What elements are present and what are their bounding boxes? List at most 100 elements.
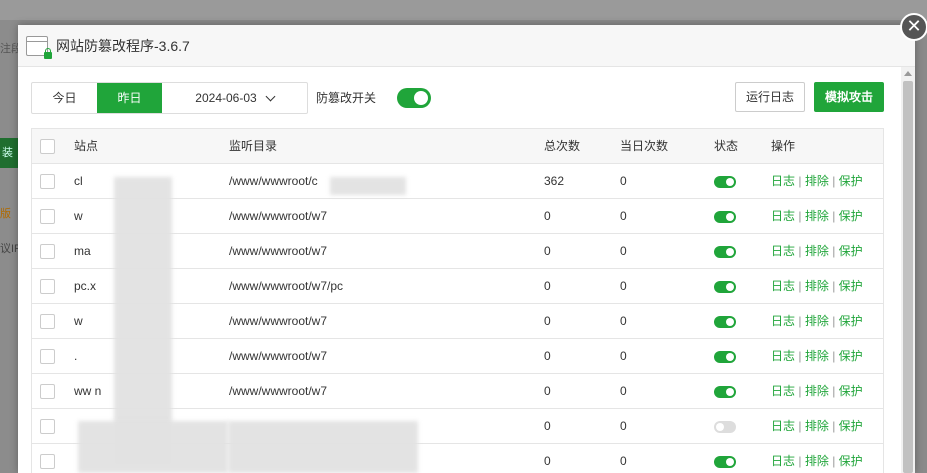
row-checkbox[interactable]	[40, 174, 55, 189]
log-link[interactable]: 日志	[771, 454, 795, 468]
listen-dir: /www/wwwroot/w7	[229, 209, 328, 223]
tamper-switch-label: 防篡改开关	[316, 91, 377, 105]
ops-separator: |	[798, 454, 802, 468]
vertical-scrollbar[interactable]	[901, 67, 915, 473]
status-toggle[interactable]	[714, 246, 736, 258]
log-link[interactable]: 日志	[771, 314, 795, 328]
listen-dir: /www/wwwroot/w7	[229, 349, 328, 363]
ops-links: 日志 | 排除 | 保护	[771, 374, 863, 409]
site-name: w	[74, 314, 83, 328]
background-topbar	[0, 0, 927, 20]
log-link[interactable]: 日志	[771, 244, 795, 258]
protect-link[interactable]: 保护	[839, 349, 863, 363]
log-link[interactable]: 日志	[771, 174, 795, 188]
header-status: 状态	[714, 139, 739, 153]
yesterday-button[interactable]: 昨日	[97, 83, 162, 113]
simulate-attack-button[interactable]: 模拟攻击	[814, 82, 884, 112]
protect-link[interactable]: 保护	[839, 384, 863, 398]
ops-separator: |	[798, 419, 802, 433]
row-checkbox[interactable]	[40, 279, 55, 294]
row-checkbox[interactable]	[40, 244, 55, 259]
background-green-tab: 装	[0, 138, 18, 168]
log-link[interactable]: 日志	[771, 279, 795, 293]
run-log-button[interactable]: 运行日志	[735, 82, 805, 112]
exclude-link[interactable]: 排除	[805, 454, 829, 468]
status-toggle[interactable]	[714, 386, 736, 398]
chevron-down-icon	[265, 91, 276, 101]
ops-separator: |	[832, 174, 836, 188]
log-link[interactable]: 日志	[771, 384, 795, 398]
status-toggle[interactable]	[714, 351, 736, 363]
background-ip-text: 议IP	[0, 243, 20, 255]
select-all-checkbox[interactable]	[40, 139, 55, 154]
ops-separator: |	[832, 419, 836, 433]
protect-link[interactable]: 保护	[839, 174, 863, 188]
row-checkbox[interactable]	[40, 349, 55, 364]
ops-links: 日志 | 排除 | 保护	[771, 304, 863, 339]
log-link[interactable]: 日志	[771, 349, 795, 363]
today-button[interactable]: 今日	[32, 83, 97, 113]
ops-separator: |	[832, 279, 836, 293]
scroll-thumb[interactable]	[903, 81, 913, 473]
exclude-link[interactable]: 排除	[805, 419, 829, 433]
site-name: .	[74, 349, 78, 363]
status-toggle[interactable]	[714, 281, 736, 293]
status-toggle[interactable]	[714, 421, 736, 433]
listen-dir: /www/wwwroot/c	[229, 174, 318, 188]
dialog-header: 网站防篡改程序-3.6.7	[18, 25, 915, 67]
row-checkbox[interactable]	[40, 419, 55, 434]
ops-separator: |	[798, 384, 802, 398]
date-picker[interactable]: 2024-06-03	[162, 83, 307, 113]
ops-separator: |	[798, 174, 802, 188]
exclude-link[interactable]: 排除	[805, 314, 829, 328]
ops-links: 日志 | 排除 | 保护	[771, 444, 863, 473]
today-count: 0	[620, 209, 627, 223]
background-orange-text: 版	[0, 208, 11, 220]
ops-separator: |	[832, 454, 836, 468]
listen-dir: /www/wwwroot/w7/pc	[229, 279, 344, 293]
header-today: 当日次数	[620, 139, 669, 153]
total-count: 0	[544, 419, 551, 433]
row-checkbox[interactable]	[40, 454, 55, 469]
status-toggle[interactable]	[714, 176, 736, 188]
protect-link[interactable]: 保护	[839, 314, 863, 328]
status-toggle[interactable]	[714, 456, 736, 468]
privacy-blur	[78, 421, 228, 473]
site-name: w	[74, 209, 83, 223]
exclude-link[interactable]: 排除	[805, 209, 829, 223]
total-count: 0	[544, 244, 551, 258]
exclude-link[interactable]: 排除	[805, 279, 829, 293]
row-checkbox[interactable]	[40, 384, 55, 399]
ops-links: 日志 | 排除 | 保护	[771, 164, 863, 199]
ops-separator: |	[798, 314, 802, 328]
status-toggle[interactable]	[714, 316, 736, 328]
protect-link[interactable]: 保护	[839, 209, 863, 223]
log-link[interactable]: 日志	[771, 209, 795, 223]
ops-separator: |	[798, 244, 802, 258]
exclude-link[interactable]: 排除	[805, 244, 829, 258]
exclude-link[interactable]: 排除	[805, 174, 829, 188]
exclude-link[interactable]: 排除	[805, 384, 829, 398]
tamper-switch-toggle[interactable]	[397, 88, 431, 108]
ops-separator: |	[832, 244, 836, 258]
total-count: 0	[544, 454, 551, 468]
log-link[interactable]: 日志	[771, 419, 795, 433]
scroll-up-icon[interactable]	[904, 71, 912, 76]
site-name: cl	[74, 174, 83, 188]
header-ops: 操作	[771, 139, 796, 153]
protect-link[interactable]: 保护	[839, 419, 863, 433]
protect-link[interactable]: 保护	[839, 454, 863, 468]
protect-link[interactable]: 保护	[839, 279, 863, 293]
status-toggle[interactable]	[714, 211, 736, 223]
protect-link[interactable]: 保护	[839, 244, 863, 258]
today-count: 0	[620, 454, 627, 468]
today-count: 0	[620, 384, 627, 398]
row-checkbox[interactable]	[40, 314, 55, 329]
close-icon[interactable]: ✕	[900, 13, 927, 41]
site-name: ww n	[74, 384, 102, 398]
table-header-row: 站点 监听目录 总次数 当日次数 状态 操作	[32, 129, 883, 164]
exclude-link[interactable]: 排除	[805, 349, 829, 363]
date-segment: 今日 昨日 2024-06-03	[31, 82, 308, 114]
row-checkbox[interactable]	[40, 209, 55, 224]
ops-separator: |	[832, 384, 836, 398]
